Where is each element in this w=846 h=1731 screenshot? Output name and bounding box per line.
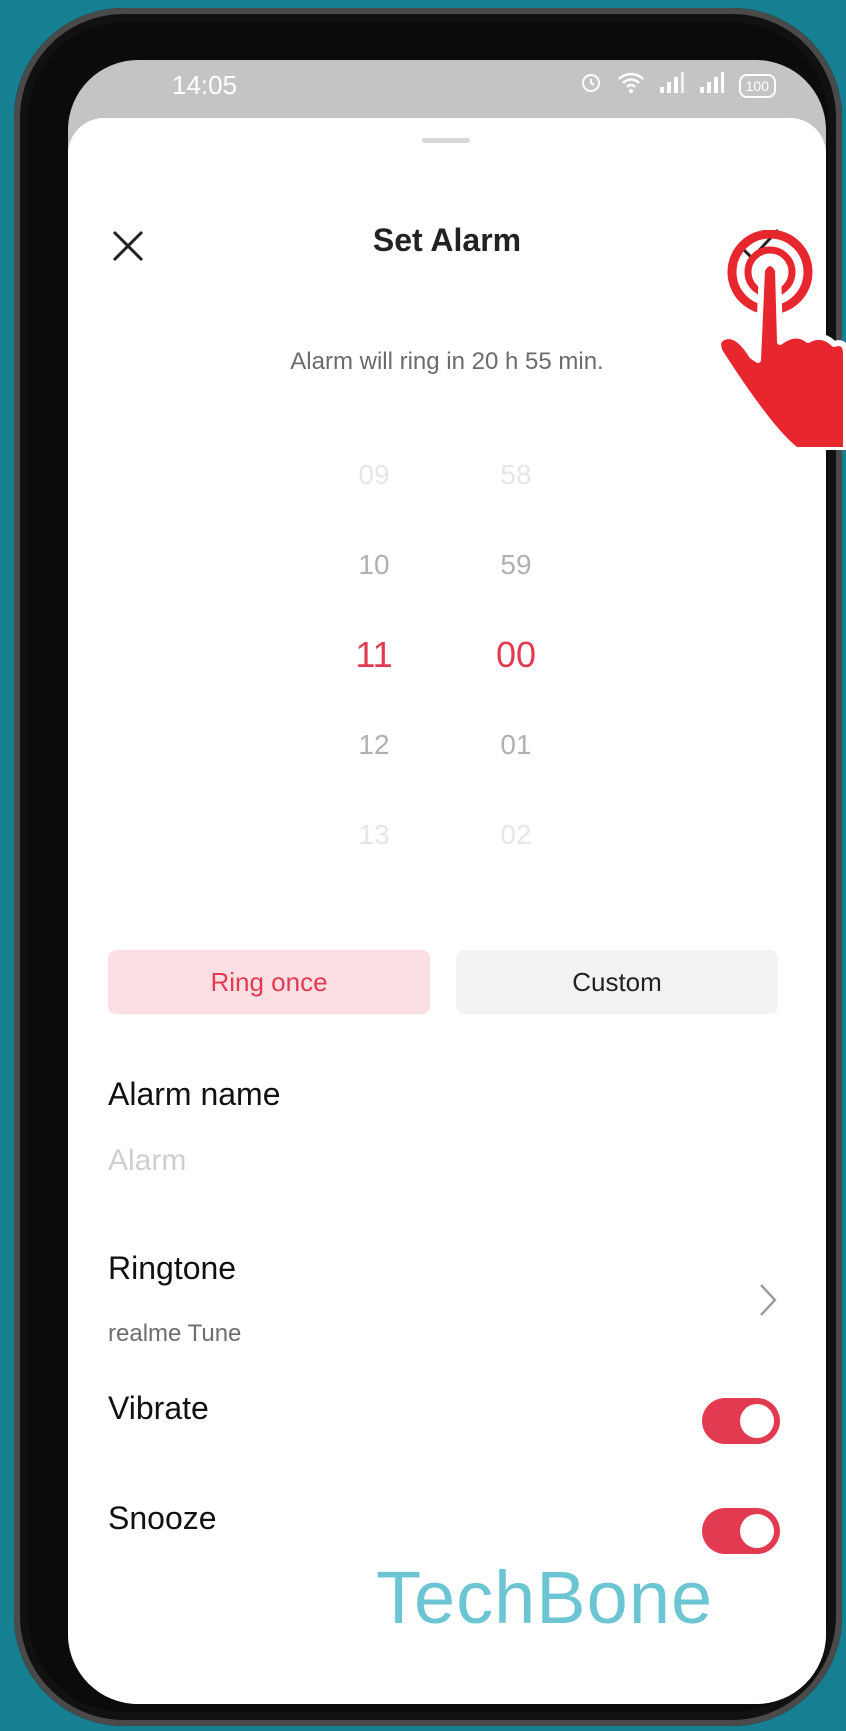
minute-option[interactable]: 59 (456, 520, 576, 610)
ringtone-value: realme Tune (108, 1320, 242, 1347)
signal-icon-2 (699, 71, 725, 100)
hour-option[interactable]: 10 (314, 520, 434, 610)
hour-option[interactable]: 12 (314, 700, 434, 790)
ringtone-label: Ringtone (108, 1250, 237, 1286)
alarm-name-input[interactable] (108, 1136, 708, 1186)
minute-selected[interactable]: 00 (456, 610, 576, 700)
chevron-right-icon (760, 1284, 777, 1316)
minute-option[interactable]: 02 (456, 790, 576, 880)
ring-once-button[interactable]: Ring once (108, 950, 430, 1014)
signal-icon (659, 71, 685, 100)
ringtone-row[interactable]: Ringtone realme Tune (68, 1238, 826, 1358)
toggle-knob (740, 1514, 774, 1548)
techbone-watermark: TechBone (376, 1556, 714, 1639)
hour-option[interactable]: 09 (314, 430, 434, 520)
snooze-toggle[interactable] (702, 1508, 780, 1554)
vibrate-toggle[interactable] (702, 1398, 780, 1444)
minute-option[interactable]: 58 (456, 430, 576, 520)
vibrate-label: Vibrate (108, 1390, 209, 1426)
status-time: 14:05 (172, 70, 238, 100)
toggle-knob (740, 1404, 774, 1438)
wifi-icon (617, 70, 645, 101)
hour-selected[interactable]: 11 (314, 610, 434, 700)
custom-repeat-button[interactable]: Custom (456, 950, 778, 1014)
alarm-clock-icon (579, 70, 603, 101)
hour-option[interactable]: 13 (314, 790, 434, 880)
battery-icon: 100 (738, 73, 776, 98)
alarm-name-label: Alarm name (108, 1076, 281, 1112)
hour-picker[interactable]: 09 10 11 12 13 (314, 430, 434, 880)
sheet-grabber[interactable] (422, 138, 470, 143)
status-icons: 100 (579, 70, 776, 101)
minute-option[interactable]: 01 (456, 700, 576, 790)
snooze-label: Snooze (108, 1500, 217, 1536)
status-bar: 14:05 100 (68, 60, 826, 118)
tap-hand-icon (715, 230, 846, 450)
minute-picker[interactable]: 58 59 00 01 02 (456, 430, 576, 880)
